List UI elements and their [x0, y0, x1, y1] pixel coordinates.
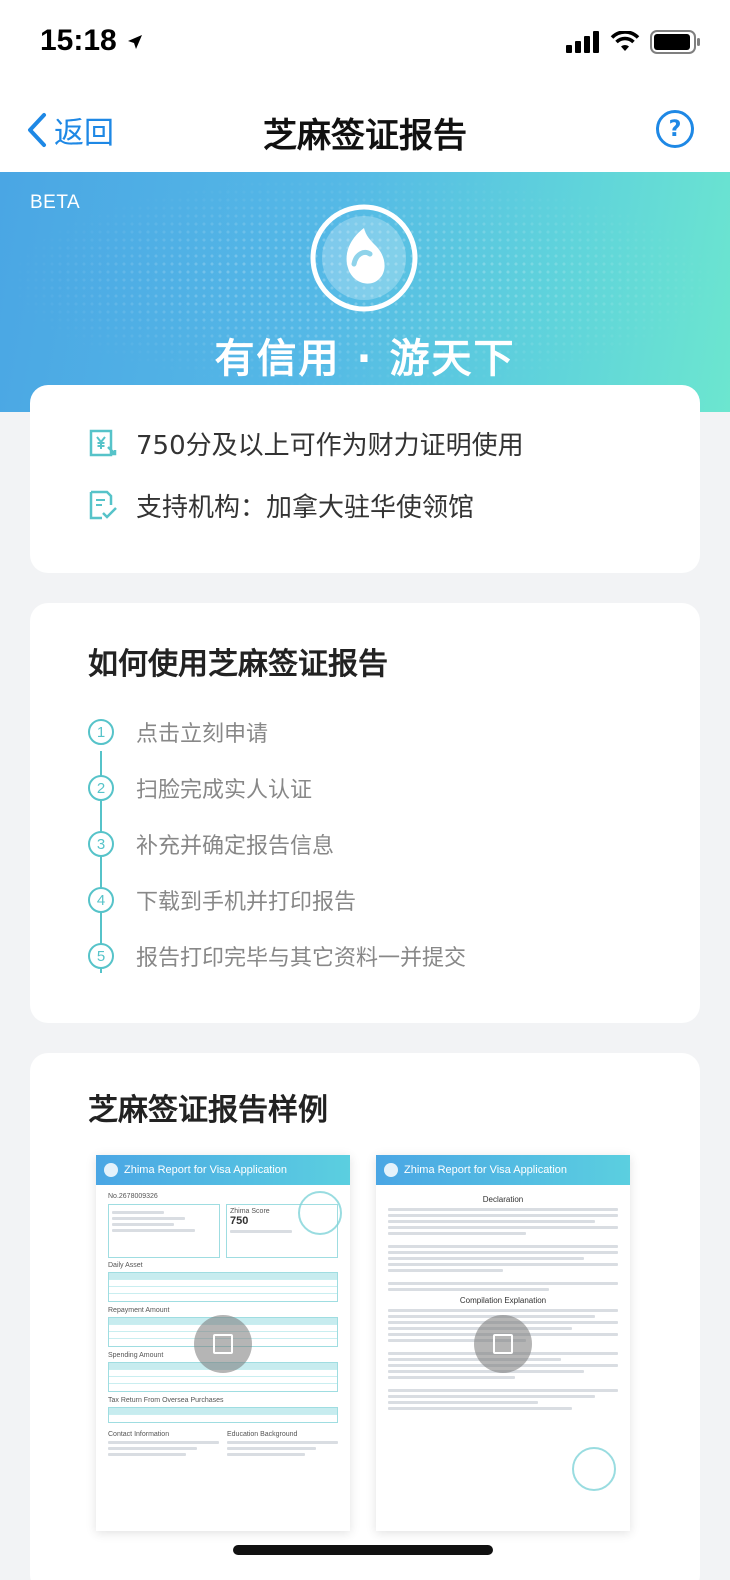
sample-report-page-2[interactable]: Zhima Report for Visa Application Declar…: [376, 1155, 630, 1531]
step-item: 4 下载到手机并打印报告: [88, 885, 356, 915]
step-item: 2 扫脸完成实人认证: [88, 773, 312, 803]
how-to-card: 如何使用芝麻签证报告 1 点击立刻申请 2 扫脸完成实人认证 3 补充并确定报告…: [30, 603, 700, 1023]
info-text-institution: 支持机构：加拿大驻华使领馆: [136, 492, 475, 523]
step-text: 补充并确定报告信息: [136, 834, 335, 859]
seal-stamp-icon: [572, 1447, 616, 1491]
info-item-institution: 支持机构：加拿大驻华使领馆: [88, 485, 474, 525]
signal-icon: [566, 31, 599, 53]
location-arrow-icon: [128, 35, 143, 50]
status-bar: 15:18: [0, 0, 730, 90]
step-number: 5: [88, 943, 114, 969]
doc-section-title: Education Background: [227, 1431, 298, 1438]
doc-header: Zhima Report for Visa Application: [376, 1155, 630, 1185]
navigation-bar: 返回 芝麻签证报告 ?: [0, 90, 730, 172]
hero-banner: BETA 有信用 · 游天下: [0, 172, 730, 412]
doc-table: [108, 1272, 338, 1302]
help-button[interactable]: ?: [656, 110, 694, 148]
help-icon: ?: [668, 116, 682, 142]
info-item-proof: 750分及以上可作为财力证明使用: [88, 423, 524, 463]
step-text: 下载到手机并打印报告: [136, 890, 357, 915]
wifi-icon: [610, 31, 640, 51]
step-number: 2: [88, 775, 114, 801]
expand-icon: [213, 1334, 233, 1354]
sample-card: 芝麻签证报告样例 Zhima Report for Visa Applicati…: [30, 1053, 700, 1580]
zoom-preview-button[interactable]: [474, 1315, 532, 1373]
step-item: 3 补充并确定报告信息: [88, 829, 334, 859]
status-time: 15:18: [40, 24, 145, 58]
page-title: 芝麻签证报告: [263, 116, 467, 156]
step-number: 3: [88, 831, 114, 857]
doc-section-title: Tax Return From Oversea Purchases: [108, 1397, 224, 1404]
step-item: 5 报告打印完毕与其它资料一并提交: [88, 941, 466, 971]
doc-section-title: Daily Asset: [108, 1262, 143, 1269]
doc-section-title: Repayment Amount: [108, 1307, 170, 1314]
beta-label: BETA: [30, 192, 81, 213]
expand-icon: [493, 1334, 513, 1354]
doc-header: Zhima Report for Visa Application: [96, 1155, 350, 1185]
doc-section-title: Declaration: [482, 1195, 524, 1204]
step-number: 4: [88, 887, 114, 913]
step-text: 扫脸完成实人认证: [136, 778, 313, 803]
doc-section-title: Contact Information: [108, 1431, 170, 1438]
banner-slogan: 有信用 · 游天下: [214, 336, 516, 382]
step-item: 1 点击立刻申请: [88, 717, 268, 747]
step-text: 点击立刻申请: [136, 722, 269, 747]
status-indicators: [566, 30, 702, 54]
step-number: 1: [88, 719, 114, 745]
zhima-credit-logo-icon: [310, 204, 418, 312]
step-text: 报告打印完毕与其它资料一并提交: [136, 946, 467, 971]
sample-title: 芝麻签证报告样例: [88, 1093, 328, 1128]
document-check-icon: [89, 490, 117, 520]
how-to-title: 如何使用芝麻签证报告: [88, 647, 388, 682]
doc-table: [108, 1407, 338, 1423]
home-indicator[interactable]: [233, 1545, 493, 1555]
battery-icon: [650, 30, 700, 54]
zhima-logo-icon: [384, 1163, 398, 1177]
seal-stamp-icon: [298, 1191, 342, 1235]
zoom-preview-button[interactable]: [194, 1315, 252, 1373]
doc-body: Declaration Compilation Explanation: [376, 1185, 630, 1421]
yuan-document-icon: [89, 429, 117, 457]
info-card: 750分及以上可作为财力证明使用 支持机构：加拿大驻华使领馆: [30, 385, 700, 573]
sample-report-page-1[interactable]: Zhima Report for Visa Application No.267…: [96, 1155, 350, 1531]
zhima-logo-icon: [104, 1163, 118, 1177]
doc-section-title: Compilation Explanation: [459, 1296, 547, 1305]
info-text-proof: 750分及以上可作为财力证明使用: [136, 430, 524, 461]
